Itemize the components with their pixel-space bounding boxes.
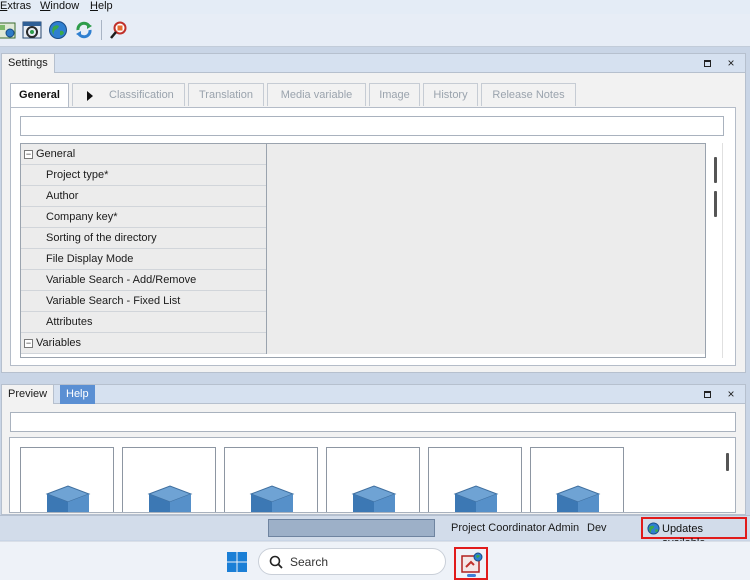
grid-row-label: Sorting of the directory bbox=[46, 232, 157, 244]
grid-row-file-display-mode[interactable]: File Display Mode bbox=[21, 249, 705, 270]
tab-classification[interactable]: Classification bbox=[72, 83, 185, 106]
tab-history[interactable]: History bbox=[423, 83, 478, 106]
app-icon bbox=[461, 552, 483, 573]
menu-bar: Extras Window Help bbox=[0, 0, 750, 14]
grid-scrollbar[interactable] bbox=[706, 143, 723, 358]
grid-row-author[interactable]: Author bbox=[21, 186, 705, 207]
grid-group-variables[interactable]: − Variables bbox=[21, 333, 705, 354]
taskbar: Search bbox=[0, 541, 750, 580]
tab-translation[interactable]: Translation bbox=[188, 83, 264, 106]
thumbnail[interactable] bbox=[20, 447, 114, 512]
thumbnail[interactable] bbox=[428, 447, 522, 512]
tab-classification-label: Classification bbox=[109, 89, 174, 101]
grid-row-value[interactable] bbox=[266, 291, 705, 312]
status-progress-bar bbox=[268, 519, 435, 537]
grid-row-value[interactable] bbox=[266, 228, 705, 249]
app-running-indicator bbox=[467, 574, 476, 577]
grid-row-project-type[interactable]: Project type* bbox=[21, 165, 705, 186]
grid-row-attributes[interactable]: Attributes bbox=[21, 312, 705, 333]
thumbnail[interactable] bbox=[224, 447, 318, 512]
property-grid: − General Project type* Author Company k… bbox=[20, 143, 706, 358]
grid-row-value[interactable] bbox=[266, 207, 705, 228]
grid-row-label: Variables bbox=[36, 337, 82, 349]
maximize-icon[interactable] bbox=[700, 387, 714, 401]
refresh-icon[interactable] bbox=[74, 20, 94, 40]
toolbar bbox=[0, 14, 750, 47]
tab-media-variable[interactable]: Media variable bbox=[267, 83, 366, 106]
collapse-icon[interactable]: − bbox=[24, 150, 33, 159]
status-role: Project Coordinator bbox=[451, 522, 546, 534]
grid-row-value[interactable] bbox=[266, 144, 705, 165]
grid-row-company-key[interactable]: Company key* bbox=[21, 207, 705, 228]
maximize-icon[interactable] bbox=[700, 56, 714, 70]
menu-extras[interactable]: Extras bbox=[0, 0, 31, 12]
preview-thumbnails bbox=[9, 437, 736, 513]
menu-window[interactable]: Window bbox=[40, 0, 79, 12]
tab-image[interactable]: Image bbox=[369, 83, 420, 106]
grid-row-value[interactable] bbox=[266, 312, 705, 333]
close-icon[interactable]: × bbox=[724, 56, 738, 70]
grid-row-label: General bbox=[36, 148, 76, 160]
thumbnail[interactable] bbox=[530, 447, 624, 512]
grid-row-value[interactable] bbox=[266, 249, 705, 270]
tab-help[interactable]: Help bbox=[60, 385, 95, 404]
status-bar: Project Coordinator Admin Dev Updates av… bbox=[0, 515, 750, 549]
catalog-settings-icon[interactable] bbox=[22, 20, 42, 40]
taskbar-search[interactable]: Search bbox=[258, 548, 446, 575]
status-environment: Dev bbox=[587, 522, 607, 534]
settings-search-input[interactable] bbox=[20, 116, 724, 136]
grid-row-variable-search-fixed-list[interactable]: Variable Search - Fixed List bbox=[21, 291, 705, 312]
grid-row-label: Author bbox=[46, 190, 79, 202]
grid-row-label: Project type* bbox=[46, 169, 109, 181]
search-icon bbox=[269, 555, 283, 569]
tab-general[interactable]: General bbox=[10, 83, 69, 108]
thumbnail[interactable] bbox=[122, 447, 216, 512]
tab-release-notes[interactable]: Release Notes bbox=[481, 83, 576, 106]
search-catalog-icon[interactable] bbox=[108, 20, 128, 40]
preview-scrollbar-thumb[interactable] bbox=[726, 453, 729, 471]
grid-row-value[interactable] bbox=[266, 165, 705, 186]
grid-row-label: Variable Search - Add/Remove bbox=[46, 274, 197, 286]
grid-row-label: File Display Mode bbox=[46, 253, 134, 265]
menu-help[interactable]: Help bbox=[90, 0, 113, 12]
grid-row-value[interactable] bbox=[266, 333, 705, 354]
preview-search-input[interactable] bbox=[10, 412, 736, 432]
grid-group-general[interactable]: − General bbox=[21, 144, 705, 165]
grid-row-variable-search-add-remove[interactable]: Variable Search - Add/Remove bbox=[21, 270, 705, 291]
collapse-icon[interactable]: − bbox=[24, 339, 33, 348]
grid-row-label: Company key* bbox=[46, 211, 118, 223]
settings-panel-title[interactable]: Settings bbox=[2, 54, 55, 73]
grid-row-label: Variable Search - Fixed List bbox=[46, 295, 181, 307]
grid-scrollbar-thumb[interactable] bbox=[714, 157, 717, 183]
close-icon[interactable]: × bbox=[724, 387, 738, 401]
globe-icon[interactable] bbox=[48, 20, 68, 40]
grid-row-sorting[interactable]: Sorting of the directory bbox=[21, 228, 705, 249]
grid-scrollbar-thumb-2[interactable] bbox=[714, 191, 717, 217]
taskbar-app-button[interactable] bbox=[454, 547, 488, 580]
settings-panel-header: Settings × bbox=[2, 54, 745, 73]
play-arrow-icon bbox=[87, 91, 93, 101]
grid-row-value[interactable] bbox=[266, 270, 705, 291]
status-user: Admin bbox=[548, 522, 580, 534]
grid-row-label: Attributes bbox=[46, 316, 93, 328]
tab-preview[interactable]: Preview bbox=[2, 385, 55, 404]
catalog-tree-icon[interactable] bbox=[0, 20, 16, 40]
preview-panel-header: Preview Help × bbox=[2, 385, 745, 404]
taskbar-search-label: Search bbox=[290, 555, 329, 569]
updates-available-button[interactable]: Updates available bbox=[641, 517, 747, 549]
windows-start-icon[interactable] bbox=[227, 552, 247, 572]
thumbnail[interactable] bbox=[326, 447, 420, 512]
grid-row-value[interactable] bbox=[266, 186, 705, 207]
update-globe-icon bbox=[647, 522, 660, 535]
toolbar-separator bbox=[101, 20, 102, 40]
